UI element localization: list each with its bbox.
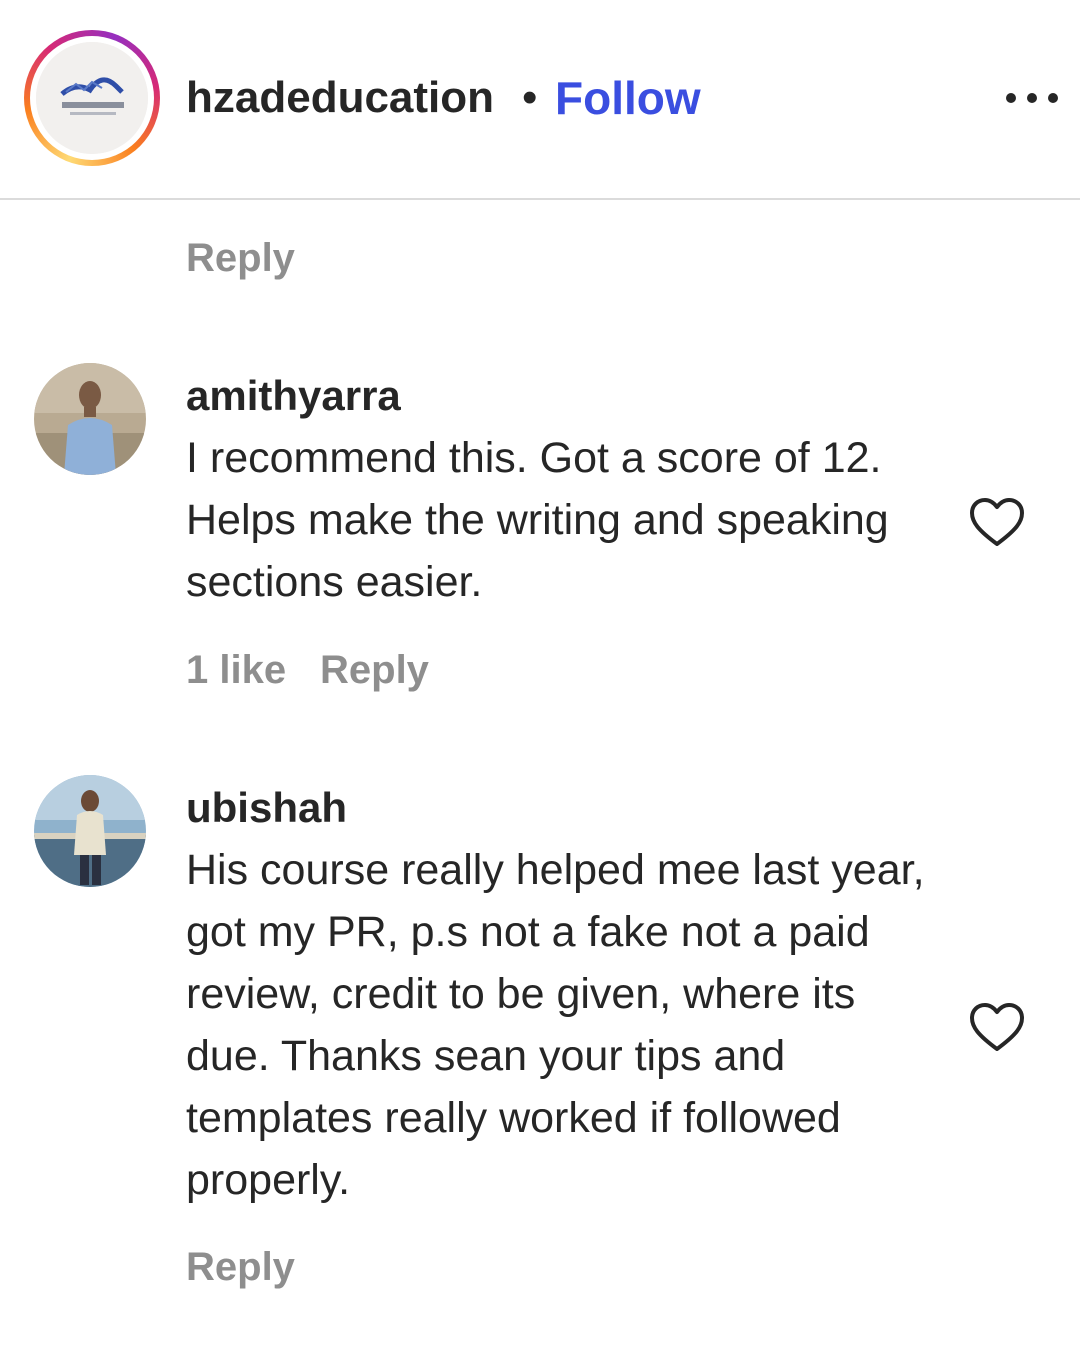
heart-outline-icon: [970, 1003, 1024, 1051]
like-comment-button[interactable]: [968, 496, 1026, 550]
profile-avatar-story-ring[interactable]: [24, 30, 160, 166]
reply-button[interactable]: Reply: [186, 1241, 295, 1293]
separator-dot: •: [522, 73, 538, 122]
more-options-button[interactable]: [995, 80, 1065, 116]
comment-username[interactable]: amithyarra: [186, 370, 401, 422]
follow-button[interactable]: Follow: [555, 70, 701, 126]
like-comment-button[interactable]: [968, 1001, 1026, 1055]
commenter-avatar[interactable]: [34, 775, 146, 887]
comment-text: I recommend this. Got a score of 12. Hel…: [186, 434, 889, 606]
post-header: hzadeducation • Follow: [0, 0, 1080, 200]
reply-button[interactable]: Reply: [320, 644, 429, 696]
heart-outline-icon: [970, 498, 1024, 546]
comment-username[interactable]: ubishah: [186, 782, 347, 834]
comment-text: His course really helped mee last year, …: [186, 846, 925, 1204]
comment-likes-count[interactable]: 1 like: [186, 644, 286, 696]
commenter-avatar[interactable]: [34, 363, 146, 475]
more-horizontal-icon: [1006, 93, 1058, 103]
brand-logo-avatar: [36, 42, 148, 154]
post-username[interactable]: hzadeducation: [186, 70, 494, 126]
reply-button[interactable]: Reply: [186, 232, 295, 284]
